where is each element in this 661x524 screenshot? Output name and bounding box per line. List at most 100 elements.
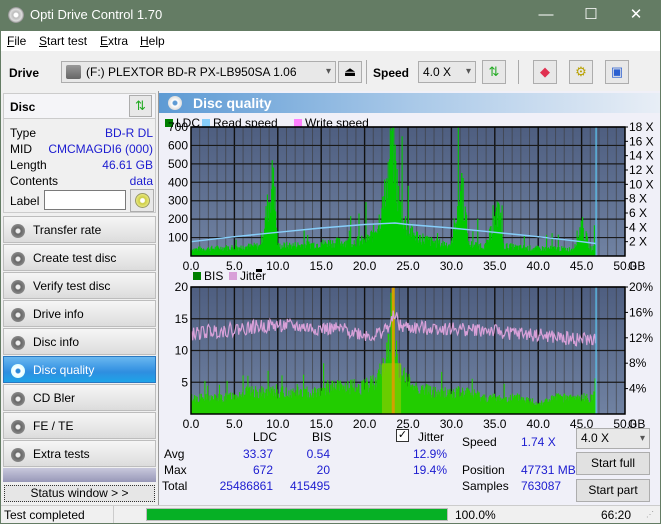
y-tick-label-left: 5 [181,375,188,389]
menu-start-test[interactable]: Start test [39,34,87,48]
nav-spacer [3,468,156,482]
drive-label: Drive [9,66,40,80]
start-full-button[interactable]: Start full [576,452,650,475]
start-part-button[interactable]: Start part [576,479,650,502]
transfer-rate-icon [11,224,25,238]
nav-create-test-disc[interactable]: Create test disc [3,244,156,271]
nav-verify-test-disc[interactable]: Verify test disc [3,272,156,299]
disc-contents-value: data [129,174,153,188]
disc-length-value: 46.61 GB [102,158,153,172]
speed-stat-value: 1.74 X [521,435,556,449]
erase-button[interactable]: ◆ [533,60,557,84]
disc-length-label: Length [10,158,47,172]
y-tick-label-right: 12% [629,331,653,345]
eraser-icon: ◆ [540,64,550,79]
test-speed-select[interactable]: 4.0 X ▾ [576,428,650,449]
legend-read-speed-swatch [202,119,210,127]
y-tick-label-right: 10 X [629,177,654,191]
ldc-chart: LDC Read speed Write speed 0.0 5.0 10.0 15.… [165,116,654,273]
progress-text: 100.0% [455,508,496,522]
close-button[interactable]: ✕ [616,4,656,26]
speed-label: Speed [373,66,410,80]
nav-drive-info[interactable]: Drive info [3,300,156,327]
eject-icon: ⏏ [343,64,357,79]
menu-help[interactable]: Help [140,34,165,48]
refresh-icon: ⇅ [135,98,146,113]
eject-button[interactable]: ⏏ [338,61,362,83]
drive-select-value: (F:) PLEXTOR BD-R PX-LB950SA 1.06 [86,65,297,79]
nav-label: Disc info [33,335,80,349]
stats-avg-bis: 0.54 [306,447,330,461]
stats-max-bis: 20 [316,463,330,477]
nav-label: Drive info [33,307,84,321]
disc-icon [135,193,150,208]
disc-label-button[interactable] [130,189,154,212]
app-disc-icon [8,7,24,23]
y-tick-label-right: 8 X [629,192,647,206]
disc-type-value: BD-R DL [104,126,153,140]
y-tick-label-left: 20 [175,280,189,294]
nav-fe-te[interactable]: FE / TE [3,412,156,439]
y-tick-label-left: 15 [175,312,189,326]
save-button[interactable]: ▣ [605,60,629,84]
menu-file[interactable]: File [7,34,26,48]
fe-te-icon [11,420,25,434]
nav-transfer-rate[interactable]: Transfer rate [3,216,156,243]
drive-icon [66,65,81,79]
nav-label: Extra tests [33,447,90,461]
window-title: Opti Drive Control 1.70 [30,7,163,22]
menu-extra-label: xtra [108,34,129,48]
resize-grip-icon[interactable]: ⋰ [646,510,654,519]
maximize-button[interactable]: ☐ [571,4,611,26]
nav-label: CD Bler [33,391,76,405]
nav-disc-info[interactable]: Disc info [3,328,156,355]
disc-info-icon [11,336,25,350]
nav-label: Verify test disc [33,279,111,293]
toolbar-separator [366,60,367,84]
legend-jitter-swatch [229,272,237,280]
speed-select[interactable]: 4.0 X ▾ [418,61,476,83]
elapsed-time: 66:20 [601,508,632,522]
disc-refresh-button[interactable]: ⇅ [129,95,152,117]
y-tick-label-left: 10 [175,344,189,358]
y-tick-label-left: 100 [168,231,188,245]
disc-contents-label: Contents [10,174,59,188]
gears-icon: ⚙ [575,64,587,79]
nav-label: Transfer rate [33,223,102,237]
app-window: Opti Drive Control 1.70 — ☐ ✕ File Start… [1,0,660,523]
minimize-button[interactable]: — [526,4,566,26]
panel-header: Disc quality [159,93,660,113]
menu-extra[interactable]: Extra [100,34,128,48]
y-tick-label-left: 600 [168,138,188,152]
nav-extra-tests[interactable]: Extra tests [3,440,156,467]
y-tick-label-left: 300 [168,194,188,208]
settings-button[interactable]: ⚙ [569,60,593,84]
progress-fill [147,509,447,520]
toolbar-separator [518,60,519,84]
left-panel: Disc ⇅ Type BD-R DL MID CMCMAGDI6 (000) Le… [1,91,158,505]
drive-select[interactable]: (F:) PLEXTOR BD-R PX-LB950SA 1.06 ▾ [61,61,336,83]
save-icon: ▣ [610,64,624,79]
status-window-button[interactable]: Status window > > [4,485,155,502]
jitter-checkbox[interactable]: ✓ [396,429,409,442]
disc-mid-label: MID [10,142,32,156]
nav-label: Create test disc [33,251,117,265]
y-tick-label-right: 16% [629,305,653,319]
chevron-down-icon: ▾ [465,66,471,77]
stats-col-ldc: LDC [253,430,278,444]
status-text: Test completed [4,508,85,522]
refresh-button[interactable]: ⇅ [482,60,506,84]
stats-max-ldc: 672 [252,463,273,477]
legend-marker [256,269,262,272]
disc-quality-icon [168,96,182,110]
speed-select-value: 4.0 X [423,65,452,79]
nav-disc-quality[interactable]: Disc quality [3,356,156,383]
y-tick-label-right: 6 X [629,206,647,220]
speed-stat-label: Speed [462,435,497,449]
disc-type-label: Type [10,126,37,140]
samples-value: 763087 [521,479,562,493]
menu-start-test-label: tart test [47,34,88,48]
toolbar: Drive (F:) PLEXTOR BD-R PX-LB950SA 1.06 … [1,51,660,91]
disc-label-input[interactable] [44,190,126,210]
nav-cd-bler[interactable]: CD Bler [3,384,156,411]
